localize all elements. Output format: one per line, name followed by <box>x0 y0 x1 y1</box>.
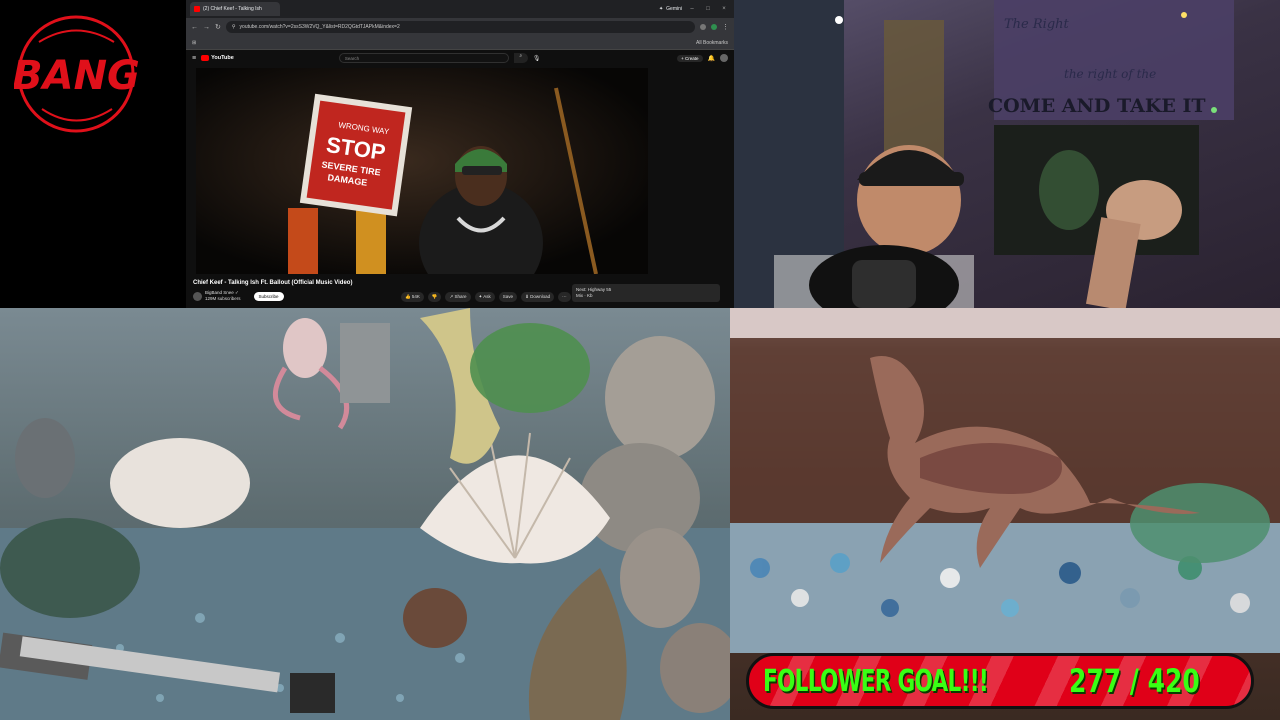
address-bar-row: ← → ↻ ⚲ youtube.com/watch?v=2ssS3W2VQ_Y&… <box>186 18 734 36</box>
next-up-card[interactable]: Next: Highway 55 Mix · Kb <box>572 284 720 302</box>
follower-goal-label: FOLLOWER GOAL!!! <box>763 663 989 699</box>
youtube-brand: YouTube <box>211 55 234 61</box>
url-text: youtube.com/watch?v=2ssS3W2VQ_Y&list=RD2… <box>239 24 400 30</box>
dislike-button[interactable]: 👎 <box>427 292 442 302</box>
minimize-icon[interactable]: – <box>686 6 698 12</box>
hamburger-icon[interactable]: ≡ <box>192 55 196 62</box>
extension-icon[interactable] <box>700 24 706 30</box>
channel-row: BigBand Snee ✓ 129M subscribers Subscrib… <box>193 290 284 302</box>
tab-bar: (2) Chief Keef - Talking Ish ✦ Gemini – … <box>186 0 734 18</box>
video-title: Chief Keef - Talking Ish Ft. Ballout (Of… <box>193 280 353 286</box>
ask-button[interactable]: ✦ Ask <box>474 292 495 302</box>
subscribe-button[interactable]: Subscribe <box>253 291 284 301</box>
search-icon[interactable]: ⌕ <box>513 53 528 63</box>
browser-tab[interactable]: (2) Chief Keef - Talking Ish <box>190 2 280 16</box>
browser-window: (2) Chief Keef - Talking Ish ✦ Gemini – … <box>186 0 734 308</box>
youtube-header: ≡ YouTube Search ⌕ 🎙 + Create 🔔 <box>186 50 734 66</box>
aquarium-left-scene <box>0 308 730 720</box>
close-icon[interactable]: × <box>718 6 730 12</box>
all-bookmarks[interactable]: All Bookmarks <box>696 40 728 46</box>
youtube-logo[interactable]: YouTube <box>201 55 234 61</box>
next-sub: Mix · Kb <box>576 293 593 298</box>
more-button[interactable]: ⋯ <box>558 292 571 302</box>
site-info-icon: ⚲ <box>231 24 236 30</box>
bang-emblem-icon: BANG <box>14 15 140 133</box>
create-button[interactable]: + Create <box>677 54 703 62</box>
maximize-icon[interactable]: □ <box>702 6 714 12</box>
bang-logo: BANG <box>0 0 186 152</box>
reload-icon[interactable]: ↻ <box>215 23 221 31</box>
channel-avatar[interactable] <box>193 291 202 301</box>
video-actions: 👍 54K 👎 ↗ Share ✦ Ask Save ⬇ Download ⋯ <box>401 292 571 302</box>
menu-icon[interactable]: ⋮ <box>722 23 729 31</box>
logo-text: BANG <box>14 53 140 99</box>
youtube-play-icon <box>201 55 210 61</box>
address-bar[interactable]: ⚲ youtube.com/watch?v=2ssS3W2VQ_Y&list=R… <box>225 21 695 33</box>
account-avatar[interactable] <box>720 54 728 62</box>
youtube-search-input[interactable]: Search <box>338 53 509 63</box>
follower-goal-bar: FOLLOWER GOAL!!! 277 / 420 <box>746 653 1254 709</box>
video-frame: WRONG WAY STOP SEVERE TIRE DAMAGE <box>196 68 648 274</box>
profile-avatar-icon[interactable] <box>711 24 717 30</box>
sparkle-icon: ✦ <box>658 6 664 12</box>
download-button[interactable]: ⬇ Download <box>521 292 555 302</box>
tab-title: (2) Chief Keef - Talking Ish <box>203 6 262 12</box>
gemini-button[interactable]: ✦ Gemini <box>659 6 682 12</box>
flag-text-mid: the right of the <box>1064 67 1156 81</box>
gemini-label: Gemini <box>666 6 682 12</box>
flag-text-top: The Right <box>1004 17 1070 32</box>
follower-goal-count: 277 / 420 <box>1069 662 1200 700</box>
back-icon[interactable]: ← <box>191 24 198 31</box>
video-player[interactable]: WRONG WAY STOP SEVERE TIRE DAMAGE <box>196 68 648 274</box>
share-button[interactable]: ↗ Share <box>445 292 471 302</box>
flag-text-bottom: COME AND TAKE IT <box>988 95 1205 117</box>
apps-icon[interactable]: ⊞ <box>192 40 196 46</box>
webcam-scene: The Right the right of the COME AND TAKE… <box>734 0 1234 308</box>
aquarium-left <box>0 308 730 720</box>
bell-icon[interactable]: 🔔 <box>708 55 715 62</box>
webcam-feed: The Right the right of the COME AND TAKE… <box>734 0 1280 308</box>
channel-subs: 129M subscribers <box>205 296 241 301</box>
youtube-favicon-icon <box>194 6 200 12</box>
stream-layout: BANG (2) Chief Keef - Talking Ish ✦ Gemi… <box>0 0 1280 720</box>
bookmarks-bar: ⊞ All Bookmarks <box>186 36 734 50</box>
save-button[interactable]: Save <box>498 292 518 302</box>
like-button[interactable]: 👍 54K <box>401 292 424 302</box>
forward-icon[interactable]: → <box>203 24 210 31</box>
mic-icon[interactable]: 🎙 <box>533 55 541 62</box>
